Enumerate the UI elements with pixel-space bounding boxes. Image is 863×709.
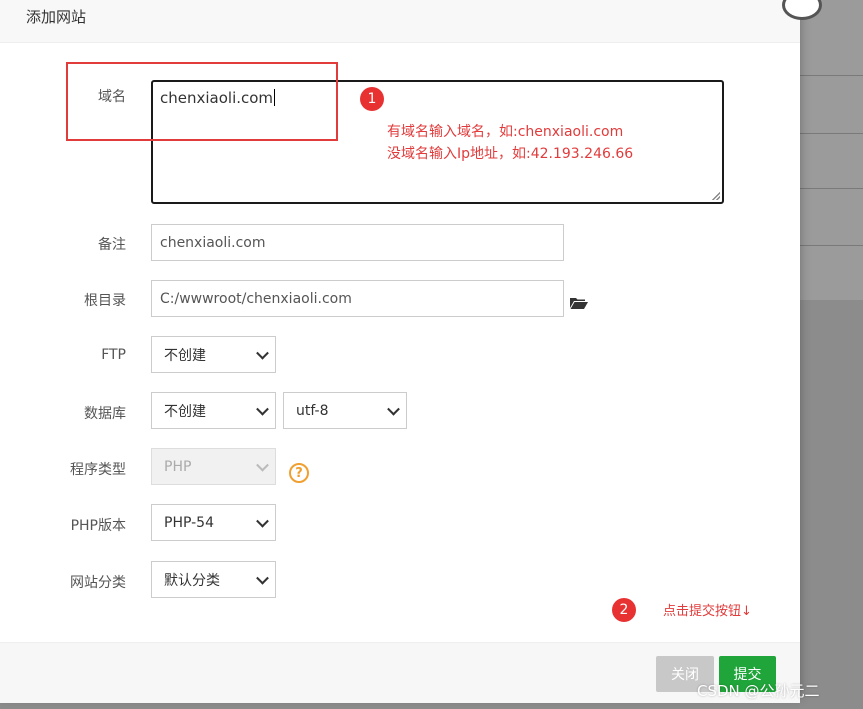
root-dir-label: 根目录: [84, 293, 126, 309]
php-version-label: PHP版本: [70, 518, 126, 534]
step-badge-2: 2: [612, 598, 636, 622]
charset-select[interactable]: utf-8: [283, 392, 407, 429]
php-version-selected: PHP-54: [164, 514, 214, 531]
submit-note: 点击提交按钮↓: [663, 604, 752, 619]
chevron-down-icon: [387, 402, 400, 416]
chevron-down-icon: [256, 514, 269, 528]
category-selected: 默认分类: [164, 572, 220, 589]
ftp-select[interactable]: 不创建: [151, 336, 276, 373]
database-selected: 不创建: [164, 403, 206, 420]
remark-label: 备注: [98, 237, 126, 253]
chevron-down-icon: [256, 458, 269, 472]
remark-value: chenxiaoli.com: [160, 234, 266, 251]
resize-grip-icon[interactable]: [712, 192, 720, 200]
database-select[interactable]: 不创建: [151, 392, 276, 429]
chevron-down-icon: [256, 346, 269, 360]
dialog-title: 添加网站: [26, 8, 87, 26]
chevron-down-icon: [256, 402, 269, 416]
root-dir-input[interactable]: C:/wwwroot/chenxiaoli.com: [151, 280, 564, 317]
program-type-label: 程序类型: [70, 462, 126, 478]
background-divider: [800, 75, 863, 76]
step-badge-1: 1: [360, 87, 384, 111]
background-divider: [800, 133, 863, 134]
ftp-label: FTP: [101, 347, 126, 363]
domain-note-line1: 有域名输入域名，如:chenxiaoli.com: [387, 124, 624, 140]
charset-selected: utf-8: [296, 402, 329, 419]
background-page: [800, 0, 863, 300]
remark-input[interactable]: chenxiaoli.com: [151, 224, 564, 261]
folder-open-icon[interactable]: [570, 297, 588, 309]
chevron-down-icon: [256, 571, 269, 585]
dialog-title-bar: 添加网站: [0, 0, 800, 43]
background-divider: [800, 245, 863, 246]
help-circle-icon[interactable]: ?: [289, 463, 309, 483]
ftp-selected: 不创建: [164, 347, 206, 364]
root-dir-value: C:/wwwroot/chenxiaoli.com: [160, 290, 352, 307]
php-version-select[interactable]: PHP-54: [151, 504, 276, 541]
domain-highlight-box: [66, 62, 338, 141]
category-select[interactable]: 默认分类: [151, 561, 276, 598]
background-divider: [800, 188, 863, 189]
program-type-select: PHP: [151, 448, 276, 485]
category-label: 网站分类: [70, 575, 126, 591]
watermark: CSDN @公孙元二: [697, 682, 820, 700]
domain-note-line2: 没域名输入Ip地址，如:42.193.246.66: [387, 146, 634, 162]
database-label: 数据库: [84, 406, 126, 422]
program-type-selected: PHP: [164, 458, 192, 475]
